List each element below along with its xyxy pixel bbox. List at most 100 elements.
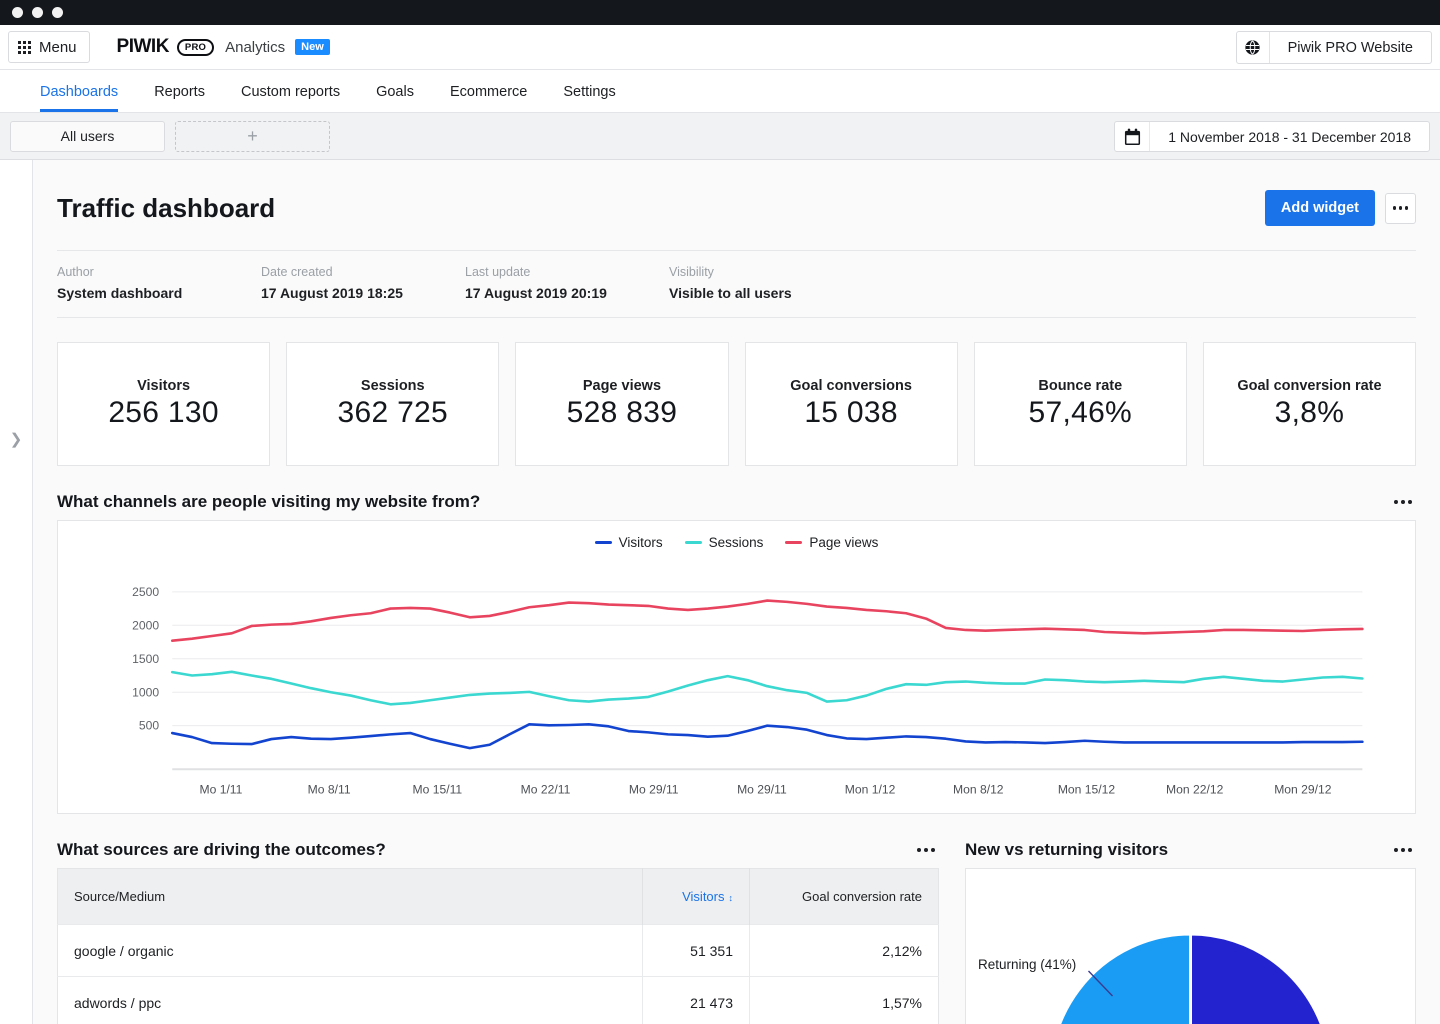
sources-table-body: google / organic 51 351 2,12% adwords / … — [58, 925, 939, 1024]
legend-item-visitors[interactable]: Visitors — [595, 535, 663, 550]
dashboard-content: Traffic dashboard Add widget Author Syst… — [33, 160, 1440, 1024]
nav-item-reports[interactable]: Reports — [136, 84, 223, 112]
column-header-source-medium[interactable]: Source/Medium — [58, 869, 643, 925]
sources-table-head: Source/Medium Visitors ↕ Goal conversion … — [58, 869, 939, 925]
meta-last-update-value: 17 August 2019 20:19 — [465, 285, 669, 301]
meta-visibility-label: Visibility — [669, 265, 873, 279]
nav-item-custom-reports[interactable]: Custom reports — [223, 84, 358, 112]
new-vs-returning-widget: New vs returning visitors Returning (41%… — [965, 840, 1416, 1024]
svg-text:2000: 2000 — [132, 618, 159, 632]
kpi-label: Sessions — [361, 378, 425, 394]
meta-author: Author System dashboard — [57, 265, 261, 301]
meta-last-update: Last update 17 August 2019 20:19 — [465, 265, 669, 301]
cell-goal-conversion-rate: 2,12% — [750, 925, 939, 977]
main-area: ❯ Traffic dashboard Add widget Author Sy… — [0, 160, 1440, 1024]
nav-item-settings[interactable]: Settings — [545, 84, 633, 112]
channels-line-chart[interactable]: 5001000150020002500Mo 1/11Mo 8/11Mo 15/1… — [58, 565, 1415, 816]
brand-product-label: Analytics — [225, 39, 285, 56]
svg-text:Mon 29/12: Mon 29/12 — [1274, 783, 1332, 797]
channels-widget-kebab-menu-icon[interactable] — [1390, 496, 1416, 508]
svg-text:500: 500 — [139, 719, 159, 733]
legend-swatch-sessions — [685, 541, 702, 544]
meta-author-label: Author — [57, 265, 261, 279]
brand-logo[interactable]: PIWIK PRO Analytics New — [117, 36, 330, 58]
kpi-card-sessions: Sessions 362 725 — [286, 342, 499, 466]
menu-button[interactable]: Menu — [8, 31, 90, 63]
meta-date-created-label: Date created — [261, 265, 465, 279]
kpi-value: 528 839 — [567, 396, 678, 430]
page-header-actions: Add widget — [1265, 190, 1416, 226]
brand-piwik-text: PIWIK — [117, 36, 169, 58]
legend-label-page-views: Page views — [809, 535, 878, 550]
brand-pro-badge: PRO — [177, 39, 214, 56]
sort-caret-icon[interactable]: ↕ — [729, 893, 734, 903]
nvr-widget-kebab-menu-icon[interactable] — [1390, 844, 1416, 856]
date-range-picker[interactable]: 1 November 2018 - 31 December 2018 — [1114, 121, 1430, 152]
svg-text:Mo 15/11: Mo 15/11 — [413, 783, 463, 797]
legend-item-page-views[interactable]: Page views — [785, 535, 878, 550]
kpi-value: 3,8% — [1275, 396, 1345, 430]
svg-text:1000: 1000 — [132, 685, 159, 699]
grid-icon — [18, 41, 31, 54]
meta-author-value: System dashboard — [57, 285, 261, 301]
nvr-widget-header: New vs returning visitors — [965, 840, 1416, 860]
window-minimize-dot[interactable] — [32, 7, 43, 18]
svg-text:2500: 2500 — [132, 585, 159, 599]
new-vs-returning-pie-chart[interactable] — [966, 869, 1415, 1024]
svg-text:Mo 8/11: Mo 8/11 — [308, 783, 351, 797]
pie-callout-label: Returning (41%) — [978, 957, 1076, 972]
chart-legend: Visitors Sessions Page views — [58, 521, 1415, 550]
kpi-card-goal-conversions: Goal conversions 15 038 — [745, 342, 958, 466]
page-header: Traffic dashboard Add widget — [57, 190, 1416, 226]
kpi-card-page-views: Page views 528 839 — [515, 342, 728, 466]
legend-item-sessions[interactable]: Sessions — [685, 535, 764, 550]
cell-goal-conversion-rate: 1,57% — [750, 977, 939, 1024]
kpi-value: 256 130 — [108, 396, 219, 430]
dashboard-kebab-menu-icon[interactable] — [1385, 193, 1416, 224]
nav-item-dashboards[interactable]: Dashboards — [22, 84, 136, 112]
add-widget-button[interactable]: Add widget — [1265, 190, 1375, 226]
date-range-label[interactable]: 1 November 2018 - 31 December 2018 — [1150, 122, 1429, 151]
kpi-card-goal-conversion-rate: Goal conversion rate 3,8% — [1203, 342, 1416, 466]
kpi-value: 57,46% — [1028, 396, 1132, 430]
site-selector[interactable]: Piwik PRO Website — [1236, 31, 1432, 64]
sources-widget-header: What sources are driving the outcomes? — [57, 840, 939, 860]
svg-text:Mo 29/11: Mo 29/11 — [737, 783, 787, 797]
dashboard-tab-all-users[interactable]: All users — [10, 121, 165, 152]
sources-widget-kebab-menu-icon[interactable] — [913, 844, 939, 856]
column-header-visitors[interactable]: Visitors ↕ — [643, 869, 750, 925]
kpi-label: Goal conversions — [790, 378, 912, 394]
window-maximize-dot[interactable] — [52, 7, 63, 18]
left-rail: ❯ — [0, 160, 33, 1024]
sources-widget: What sources are driving the outcomes? S… — [57, 840, 939, 1024]
app-header: Menu PIWIK PRO Analytics New Piwik PRO W… — [0, 25, 1440, 70]
window-chrome — [0, 0, 1440, 25]
channels-widget: What channels are people visiting my web… — [57, 492, 1416, 814]
nav-item-ecommerce[interactable]: Ecommerce — [432, 84, 545, 112]
kpi-label: Page views — [583, 378, 661, 394]
sources-widget-title: What sources are driving the outcomes? — [57, 840, 386, 860]
chevron-right-icon[interactable]: ❯ — [10, 430, 23, 448]
main-nav: Dashboards Reports Custom reports Goals … — [0, 70, 1440, 113]
legend-swatch-page-views — [785, 541, 802, 544]
nav-item-goals[interactable]: Goals — [358, 84, 432, 112]
table-row[interactable]: adwords / ppc 21 473 1,57% — [58, 977, 939, 1024]
meta-last-update-label: Last update — [465, 265, 669, 279]
add-dashboard-tab-button[interactable]: + — [175, 121, 330, 152]
table-row[interactable]: google / organic 51 351 2,12% — [58, 925, 939, 977]
dashboard-meta: Author System dashboard Date created 17 … — [57, 250, 1416, 318]
kpi-value: 15 038 — [804, 396, 898, 430]
svg-text:Mon 22/12: Mon 22/12 — [1166, 783, 1224, 797]
page-title: Traffic dashboard — [57, 193, 275, 224]
globe-icon[interactable] — [1237, 32, 1270, 63]
column-header-visitors-label: Visitors — [682, 889, 724, 904]
nvr-widget-title: New vs returning visitors — [965, 840, 1168, 860]
kpi-card-bounce-rate: Bounce rate 57,46% — [974, 342, 1187, 466]
site-name-label[interactable]: Piwik PRO Website — [1270, 32, 1431, 63]
calendar-icon[interactable] — [1115, 122, 1150, 151]
dashboard-tabstrip: All users + 1 November 2018 - 31 Decembe… — [0, 113, 1440, 160]
svg-text:Mo 1/11: Mo 1/11 — [199, 783, 242, 797]
column-header-goal-conversion-rate[interactable]: Goal conversion rate — [750, 869, 939, 925]
cell-visitors: 21 473 — [643, 977, 750, 1024]
window-close-dot[interactable] — [12, 7, 23, 18]
